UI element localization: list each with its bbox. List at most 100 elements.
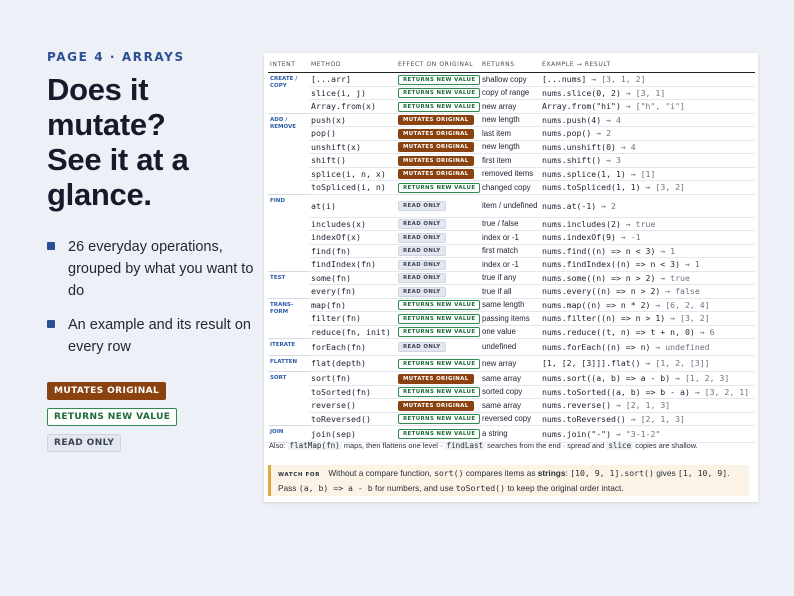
effect-badge: READ ONLY (398, 246, 446, 257)
table-row: ITERATE forEach(fn) READ ONLY undefined nums… (268, 338, 755, 356)
effect-cell: READ ONLY (396, 244, 480, 258)
example-cell: nums.shift() → 3 (540, 153, 755, 168)
effect-cell: READ ONLY (396, 194, 480, 218)
effect-cell: READ ONLY (396, 257, 480, 272)
intent-group-label: SORT (268, 371, 309, 426)
example-cell: Array.from("hi") → ["h", "i"] (540, 99, 755, 114)
example-code: [...nums] (542, 74, 587, 85)
table-row: FLATTEN flat(depth) RETURNS NEW VALUE new a… (268, 355, 755, 372)
example-cell: nums.at(-1) → 2 (540, 194, 755, 218)
column-header: EXAMPLE → RESULT (540, 58, 755, 73)
method-cell: reverse() (309, 398, 396, 413)
example-cell: nums.toReversed() → [2, 1, 3] (540, 412, 755, 426)
example-result: → [3, 2] (645, 182, 685, 193)
table-body: CREATE / COPY [...arr] RETURNS NEW VALUE sh… (268, 72, 755, 443)
effect-cell: READ ONLY (396, 271, 480, 285)
table-row: CREATE / COPY [...arr] RETURNS NEW VALUE sh… (268, 72, 755, 114)
example-result: → [6, 2, 4] (655, 299, 710, 310)
example-code: Array.from("hi") (542, 101, 621, 112)
example-result: → ["h", "i"] (625, 101, 685, 112)
legend-new-value-badge: RETURNS NEW VALUE (47, 408, 178, 426)
title-line: Does it mutate? (47, 72, 166, 142)
title-line: glance. (47, 177, 152, 212)
example-cell: [...nums] → [3, 1, 2] (540, 72, 755, 87)
example-result: → false (665, 286, 700, 297)
returns-cell: undefined (480, 338, 540, 356)
example-result: → 1 (684, 259, 700, 270)
returns-cell: new length (480, 113, 540, 127)
also-text: searches from the end · spread and (487, 441, 605, 450)
method-cell: [...arr] (309, 72, 396, 87)
effect-cell: RETURNS NEW VALUE (396, 72, 480, 87)
watch-for-label: WATCH FOR (278, 472, 321, 478)
effect-badge: READ ONLY (398, 232, 446, 243)
table-row: JOIN join(sep) RETURNS NEW VALUE a string nu… (268, 425, 755, 443)
example-result: → [2, 1, 3] (630, 413, 685, 424)
example-cell: nums.filter((n) => n > 1) → [3, 2] (540, 311, 755, 326)
returns-cell: new array (480, 355, 540, 372)
table-row: findIndex(fn) READ ONLY index or -1 nums.fi… (268, 257, 755, 272)
returns-cell: new array (480, 99, 540, 114)
example-code: nums.join("-") (542, 428, 612, 439)
effect-badge: MUTATES ORIGINAL (398, 400, 474, 411)
watch-text: gives (656, 468, 676, 478)
effect-cell: READ ONLY (396, 338, 480, 356)
intent-group-label: TRANS- FORM (268, 298, 309, 339)
returns-cell: a string (480, 425, 540, 443)
example-cell: nums.toSpliced(1, 1) → [3, 2] (540, 180, 755, 195)
bullet-item: 26 everyday operations, grouped by what … (47, 236, 262, 302)
returns-cell: same array (480, 398, 540, 413)
example-result: → true (660, 272, 690, 283)
example-cell: nums.forEach((n) => n) → undefined (540, 338, 755, 356)
example-code: nums.sort((a, b) => a - b) (542, 373, 671, 384)
returns-cell: new length (480, 140, 540, 154)
effect-cell: RETURNS NEW VALUE (396, 311, 480, 326)
example-code: nums.toReversed() (542, 413, 626, 424)
example-result: → [3, 1, 2] (591, 74, 646, 85)
also-text: maps, then flattens one level · (343, 441, 443, 450)
watch-code: toSorted() (455, 483, 506, 493)
method-cell: Array.from(x) (309, 99, 396, 114)
method-cell: at(i) (309, 194, 396, 218)
returns-cell: same array (480, 371, 540, 386)
title-line: See it at a (47, 142, 189, 177)
effect-cell: READ ONLY (396, 230, 480, 245)
table-row: reduce(fn, init) RETURNS NEW VALUE one val… (268, 325, 755, 339)
effect-cell: RETURNS NEW VALUE (396, 385, 480, 399)
effect-cell: RETURNS NEW VALUE (396, 99, 480, 114)
method-cell: toReversed() (309, 412, 396, 426)
effect-cell: RETURNS NEW VALUE (396, 412, 480, 426)
example-code: nums.every((n) => n > 2) (542, 286, 661, 297)
effect-badge: RETURNS NEW VALUE (398, 182, 480, 193)
method-cell: find(fn) (309, 244, 396, 258)
returns-cell: item / undefined (480, 194, 540, 218)
intent-group-label: TEST (268, 271, 309, 299)
example-code: nums.includes(2) (542, 218, 621, 229)
table-row: indexOf(x) READ ONLY index or -1 nums.index… (268, 230, 755, 245)
method-cell: indexOf(x) (309, 230, 396, 245)
example-code: nums.at(-1) (542, 200, 597, 211)
table-row: filter(fn) RETURNS NEW VALUE passing items… (268, 311, 755, 326)
table-row: TRANS- FORM map(fn) RETURNS NEW VALUE same … (268, 298, 755, 339)
effect-cell: READ ONLY (396, 217, 480, 231)
example-result: → 4 (606, 114, 621, 125)
method-cell: some(fn) (309, 271, 396, 285)
table-row: toSpliced(i, n) RETURNS NEW VALUE changed … (268, 180, 755, 195)
example-cell: nums.findIndex((n) => n < 3) → 1 (540, 257, 755, 272)
example-result: → [1, 2, 3] (675, 373, 730, 384)
intent-group-label: ADD / REMOVE (268, 113, 309, 195)
also-code: slice (606, 441, 634, 450)
effect-badge: RETURNS NEW VALUE (398, 387, 480, 398)
intent-group-label: CREATE / COPY (268, 72, 309, 114)
method-cell: join(sep) (309, 425, 396, 443)
effect-cell: MUTATES ORIGINAL (396, 167, 480, 181)
effect-badge: RETURNS NEW VALUE (398, 101, 480, 112)
intent-group-label: ITERATE (268, 338, 309, 356)
method-cell: every(fn) (309, 284, 396, 299)
returns-cell: same length (480, 298, 540, 312)
example-cell: nums.splice(1, 1) → [1] (540, 167, 755, 181)
example-code: nums.filter((n) => n > 1) (542, 313, 666, 324)
effect-badge: RETURNS NEW VALUE (398, 88, 480, 99)
watch-text: : (565, 468, 568, 478)
example-code: nums.some((n) => n > 2) (542, 272, 656, 283)
